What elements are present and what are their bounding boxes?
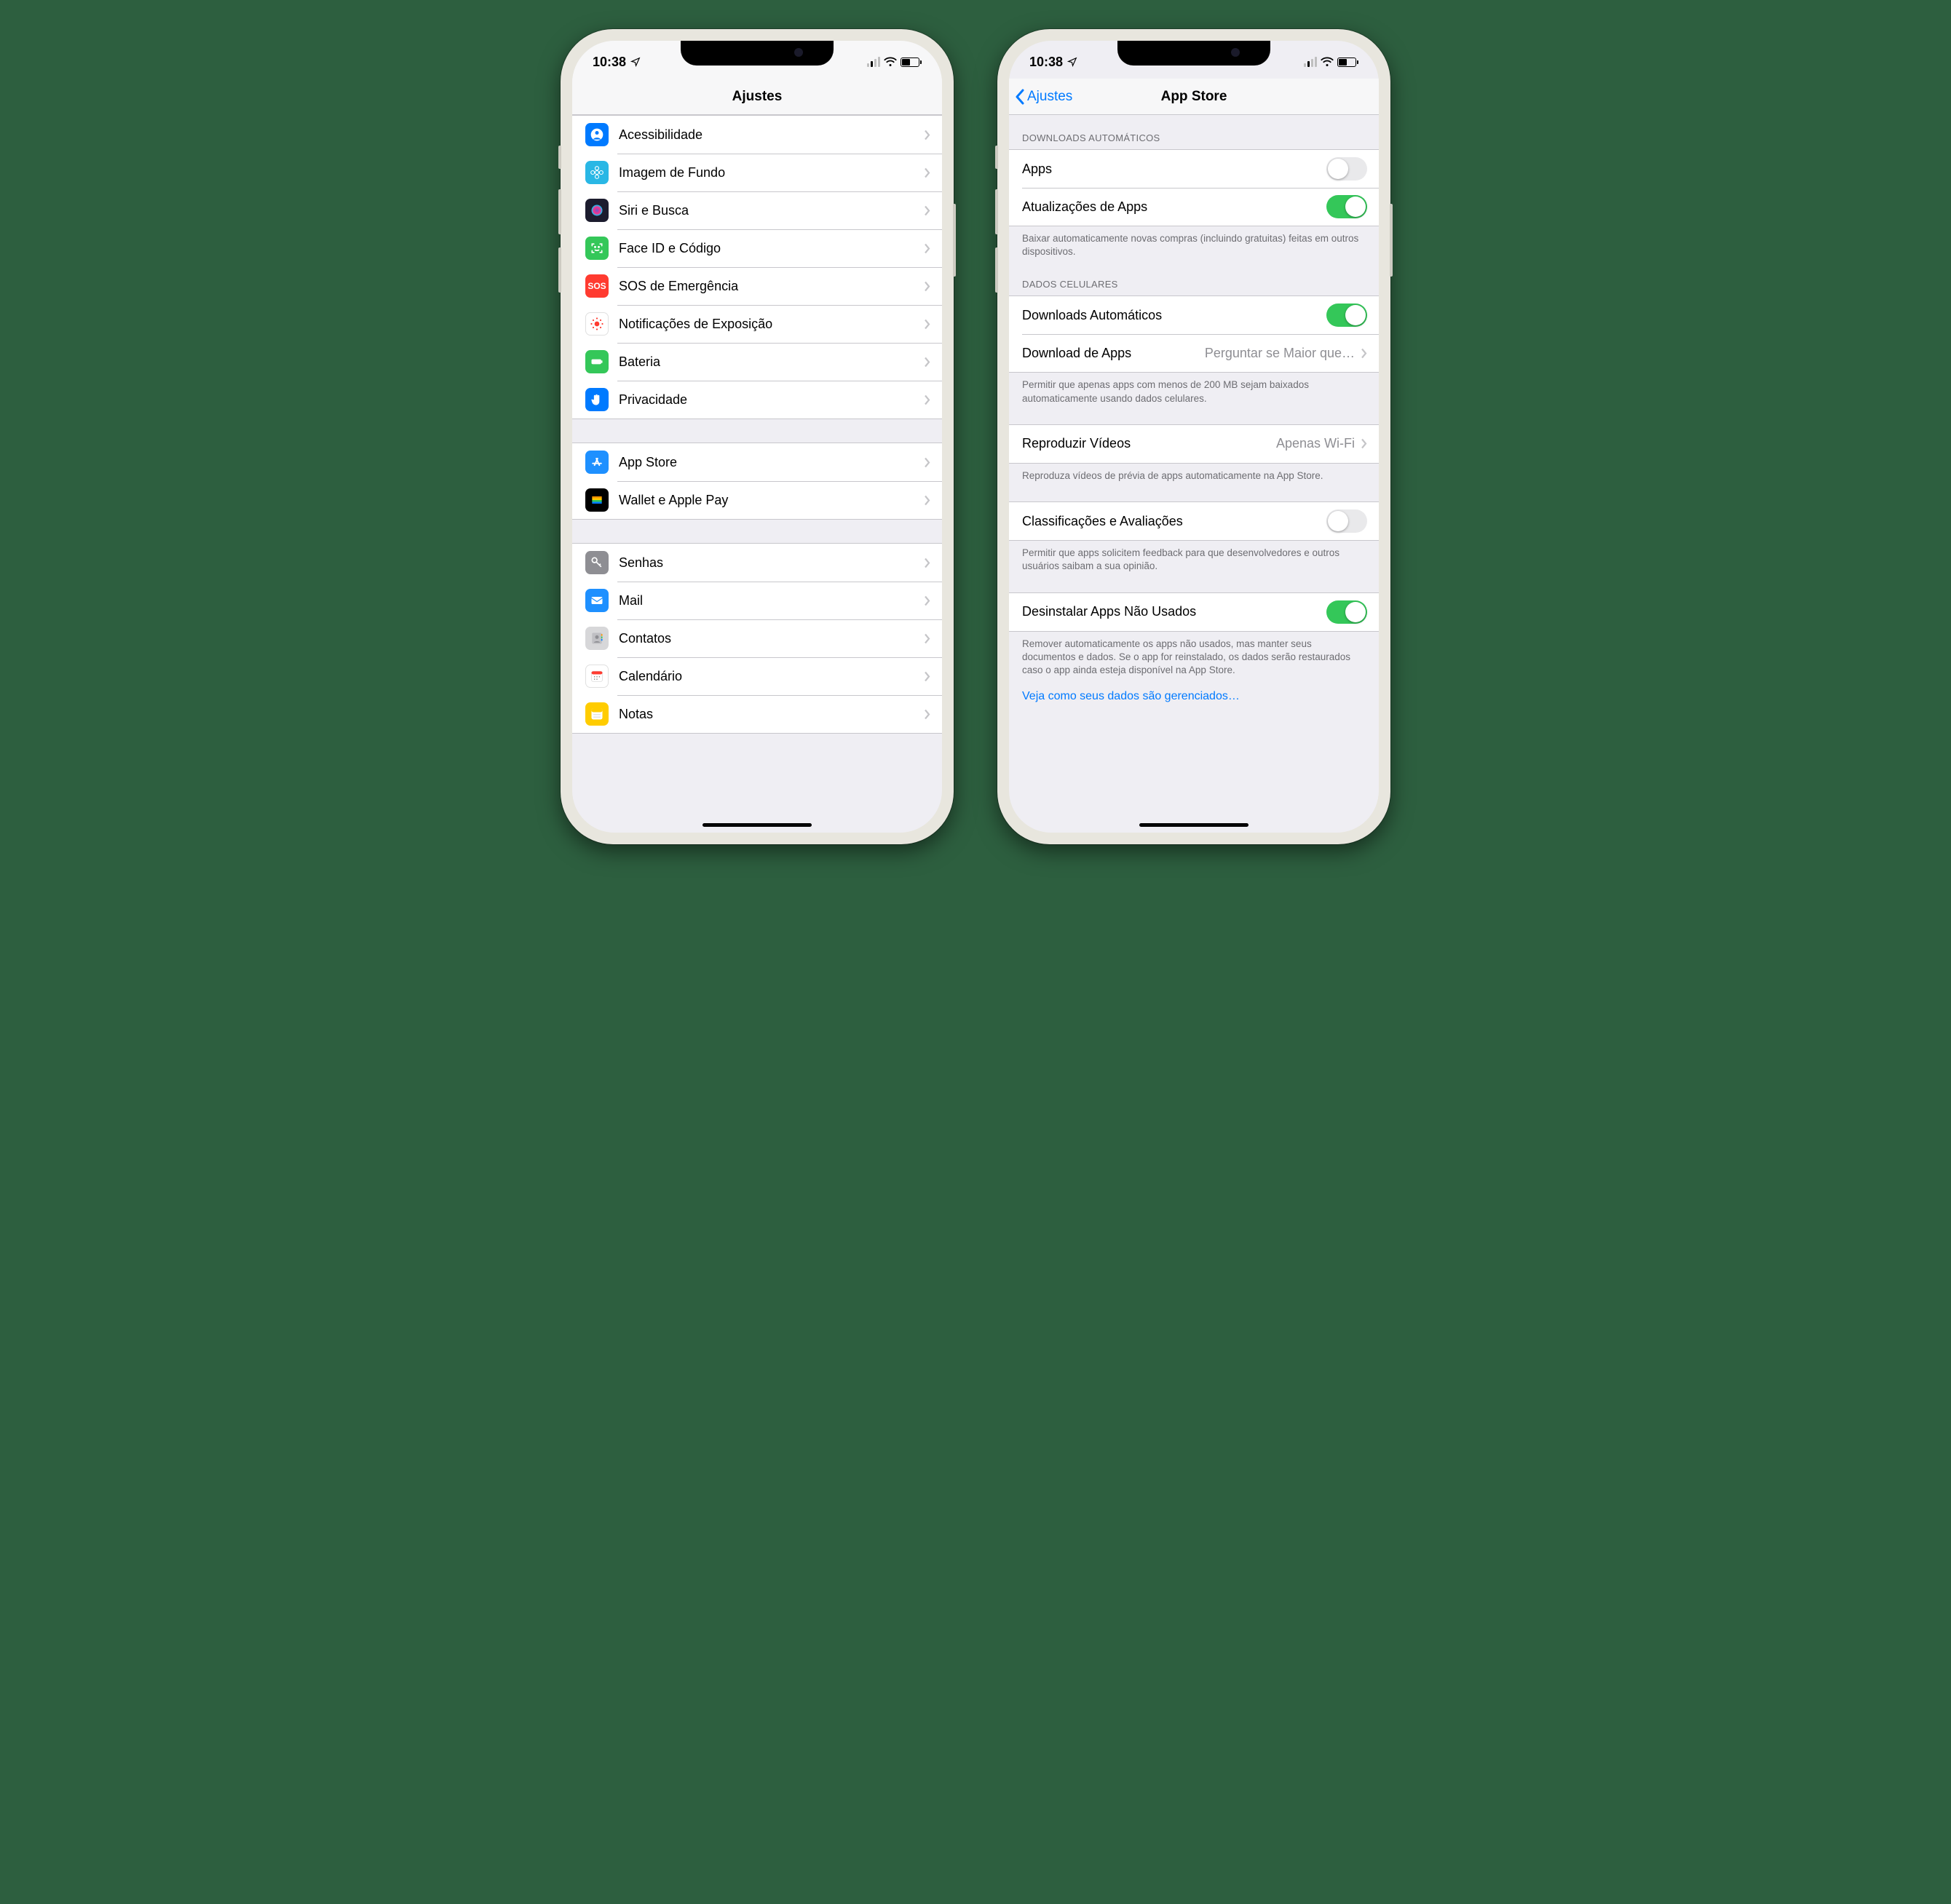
notes-icon [585, 702, 609, 726]
row-label: Mail [619, 593, 924, 608]
row-label: Face ID e Código [619, 241, 924, 256]
settings-row-mail[interactable]: Mail [572, 582, 942, 619]
row-label: Calendário [619, 669, 924, 684]
section-footer: Permitir que apps solicitem feedback par… [1009, 541, 1379, 576]
settings-row-notifica-es-de-exposi-o[interactable]: Notificações de Exposição [572, 305, 942, 343]
settings-row-app-store[interactable]: App Store [572, 443, 942, 481]
wallpaper-icon [585, 161, 609, 184]
setting-row-apps[interactable]: Apps [1009, 150, 1379, 188]
section-footer: Baixar automaticamente novas compras (in… [1009, 226, 1379, 261]
phone-left: 10:38 Ajustes Acessibilidade Imagem de Fu… [561, 29, 954, 844]
settings-row-face-id-e-c-digo[interactable]: Face ID e Código [572, 229, 942, 267]
row-label: Notificações de Exposição [619, 317, 924, 332]
calendar-icon [585, 665, 609, 688]
toggle-switch[interactable] [1326, 600, 1367, 624]
row-label: Notas [619, 707, 924, 722]
settings-row-privacidade[interactable]: Privacidade [572, 381, 942, 419]
row-value: Perguntar se Maior que… [1205, 346, 1355, 361]
wifi-icon [1321, 57, 1334, 67]
toggle-switch[interactable] [1326, 157, 1367, 181]
settings-row-imagem-de-fundo[interactable]: Imagem de Fundo [572, 154, 942, 191]
settings-row-bateria[interactable]: Bateria [572, 343, 942, 381]
settings-row-notas[interactable]: Notas [572, 695, 942, 733]
signal-icon [1304, 57, 1317, 67]
section-footer: Permitir que apenas apps com menos de 20… [1009, 373, 1379, 408]
location-icon [1067, 57, 1077, 67]
nav-header: Ajustes App Store [1009, 79, 1379, 115]
passwords-icon [585, 551, 609, 574]
sos-icon: SOS [585, 274, 609, 298]
status-time: 10:38 [593, 55, 626, 70]
appstore-settings-list[interactable]: DOWNLOADS AUTOMÁTICOS Apps Atualizações de… [1009, 115, 1379, 833]
settings-row-acessibilidade[interactable]: Acessibilidade [572, 116, 942, 154]
row-label: Atualizações de Apps [1022, 199, 1326, 215]
notch [1117, 41, 1270, 66]
setting-row-reproduzir-v-deos[interactable]: Reproduzir VídeosApenas Wi-Fi [1009, 425, 1379, 463]
page-title: App Store [1161, 89, 1227, 105]
wifi-icon [884, 57, 897, 67]
location-icon [630, 57, 641, 67]
row-label: App Store [619, 455, 924, 470]
row-label: Siri e Busca [619, 203, 924, 218]
row-label: Privacidade [619, 392, 924, 408]
mail-icon [585, 589, 609, 612]
wallet-icon [585, 488, 609, 512]
nav-header: Ajustes [572, 79, 942, 115]
status-time: 10:38 [1029, 55, 1063, 70]
row-label: Download de Apps [1022, 346, 1205, 361]
row-label: Bateria [619, 354, 924, 370]
page-title: Ajustes [732, 89, 783, 105]
home-indicator[interactable] [1139, 823, 1248, 827]
privacy-icon [585, 388, 609, 411]
setting-row-desinstalar-apps-n-o-usados[interactable]: Desinstalar Apps Não Usados [1009, 593, 1379, 631]
setting-row-downloads-autom-ticos[interactable]: Downloads Automáticos [1009, 296, 1379, 334]
section-footer: Remover automaticamente os apps não usad… [1009, 632, 1379, 681]
settings-row-wallet-e-apple-pay[interactable]: Wallet e Apple Pay [572, 481, 942, 519]
row-value: Apenas Wi-Fi [1276, 436, 1355, 451]
toggle-switch[interactable] [1326, 195, 1367, 218]
settings-row-contatos[interactable]: Contatos [572, 619, 942, 657]
settings-row-calend-rio[interactable]: Calendário [572, 657, 942, 695]
row-label: Wallet e Apple Pay [619, 493, 924, 508]
back-button[interactable]: Ajustes [1015, 89, 1072, 105]
siri-icon [585, 199, 609, 222]
row-label: Desinstalar Apps Não Usados [1022, 604, 1326, 619]
section-header: DADOS CELULARES [1009, 261, 1379, 295]
contacts-icon [585, 627, 609, 650]
setting-row-atualiza-es-de-apps[interactable]: Atualizações de Apps [1009, 188, 1379, 226]
battery-icon [585, 350, 609, 373]
settings-list[interactable]: Acessibilidade Imagem de Fundo Siri e Busc… [572, 115, 942, 833]
section-footer: Reproduza vídeos de prévia de apps autom… [1009, 464, 1379, 485]
notch [681, 41, 834, 66]
exposure-icon [585, 312, 609, 336]
battery-icon [1337, 57, 1358, 67]
row-label: Apps [1022, 162, 1326, 177]
section-header: DOWNLOADS AUTOMÁTICOS [1009, 115, 1379, 149]
row-label: Imagem de Fundo [619, 165, 924, 181]
row-label: Downloads Automáticos [1022, 308, 1326, 323]
home-indicator[interactable] [703, 823, 812, 827]
faceid-icon [585, 237, 609, 260]
row-label: Classificações e Avaliações [1022, 514, 1326, 529]
settings-row-senhas[interactable]: Senhas [572, 544, 942, 582]
toggle-switch[interactable] [1326, 509, 1367, 533]
signal-icon [867, 57, 880, 67]
accessibility-icon [585, 123, 609, 146]
row-label: SOS de Emergência [619, 279, 924, 294]
back-label: Ajustes [1027, 89, 1072, 105]
settings-row-siri-e-busca[interactable]: Siri e Busca [572, 191, 942, 229]
battery-icon [901, 57, 922, 67]
row-label: Reproduzir Vídeos [1022, 436, 1276, 451]
setting-row-classifica-es-e-avalia-es[interactable]: Classificações e Avaliações [1009, 502, 1379, 540]
manage-data-link[interactable]: Veja como seus dados são gerenciados… [1009, 680, 1379, 706]
phone-right: 10:38 Ajustes App Store DOWNLOADS AUTOMÁ… [997, 29, 1390, 844]
toggle-switch[interactable] [1326, 304, 1367, 327]
appstore-icon [585, 451, 609, 474]
row-label: Contatos [619, 631, 924, 646]
row-label: Acessibilidade [619, 127, 924, 143]
setting-row-download-de-apps[interactable]: Download de AppsPerguntar se Maior que… [1009, 334, 1379, 372]
settings-row-sos-de-emerg-ncia[interactable]: SOS SOS de Emergência [572, 267, 942, 305]
row-label: Senhas [619, 555, 924, 571]
